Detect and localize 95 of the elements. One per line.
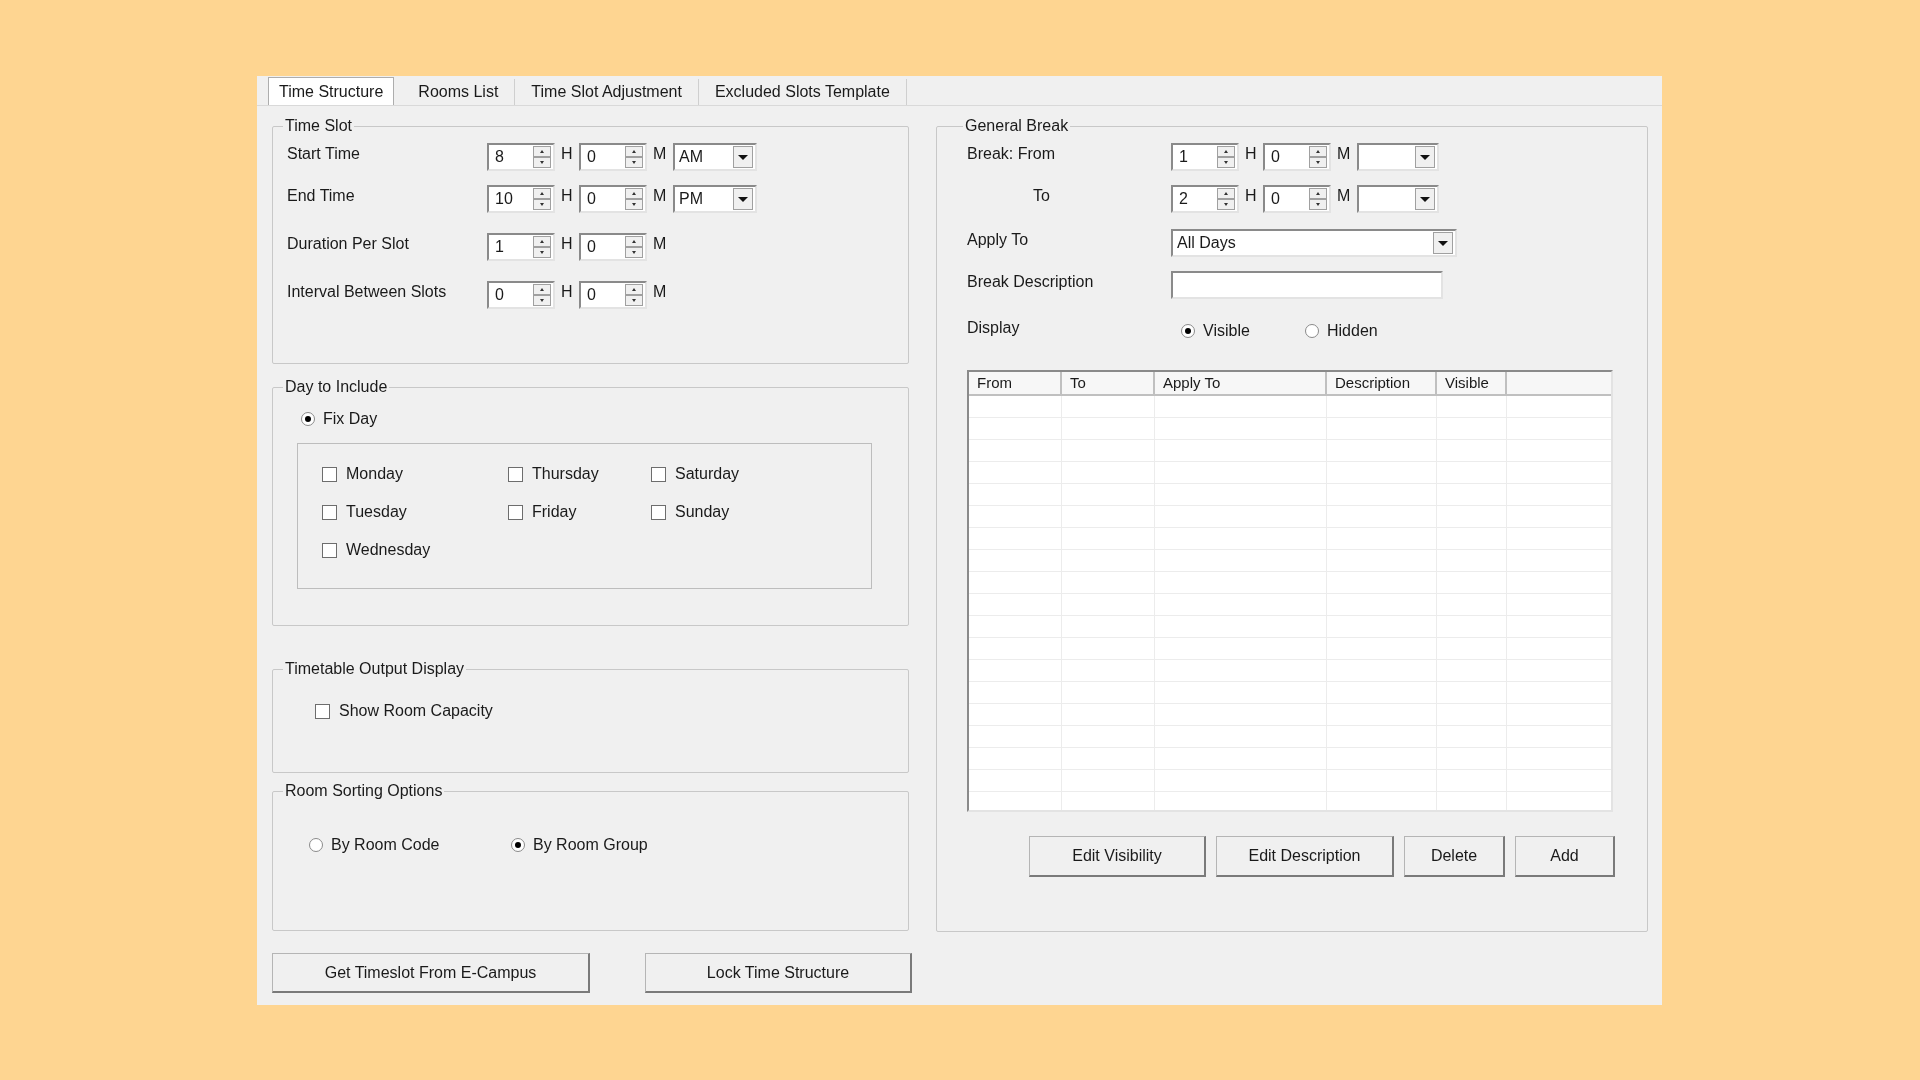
- spinner-arrows-icon[interactable]: [625, 284, 643, 306]
- group-title: Day to Include: [284, 377, 389, 397]
- hour-spinner[interactable]: 2: [1171, 185, 1239, 213]
- spinner-arrows-icon[interactable]: [625, 188, 643, 210]
- checkbox[interactable]: [651, 504, 666, 520]
- spinner-arrows-icon[interactable]: [1217, 188, 1235, 210]
- tab[interactable]: Excluded Slots Template: [698, 79, 907, 105]
- group-title: Timetable Output Display: [284, 659, 466, 679]
- field-label: Break: From: [967, 144, 1056, 164]
- field-label: End Time: [287, 186, 356, 206]
- field-label: To: [1033, 186, 1051, 206]
- checkbox-label: Monday: [346, 464, 403, 484]
- column-header[interactable]: To: [1062, 372, 1155, 394]
- unit-label: H: [561, 144, 574, 164]
- spinner-arrows-icon[interactable]: [1309, 146, 1327, 168]
- period-dropdown[interactable]: AM: [673, 143, 757, 171]
- checkbox[interactable]: [651, 466, 666, 482]
- field-label: Start Time: [287, 144, 361, 164]
- checkbox[interactable]: [322, 542, 337, 558]
- checkbox-label: Saturday: [675, 464, 740, 484]
- unit-label: M: [653, 186, 668, 206]
- group-title: Room Sorting Options: [284, 781, 444, 801]
- unit-label: H: [561, 186, 574, 206]
- description-field[interactable]: [1171, 271, 1443, 299]
- checkbox-label: Tuesday: [346, 502, 407, 522]
- spinner-arrows-icon[interactable]: [533, 236, 551, 258]
- radio-button[interactable]: [309, 838, 323, 852]
- checkbox-label: Friday: [532, 502, 577, 522]
- unit-label: H: [1245, 186, 1258, 206]
- column-header[interactable]: Description: [1327, 372, 1437, 394]
- radio-label: Hidden: [1327, 321, 1378, 341]
- checkbox-label: Wednesday: [346, 540, 431, 560]
- action-button[interactable]: Delete: [1404, 836, 1505, 877]
- field-label: Duration Per Slot: [287, 234, 410, 254]
- action-button[interactable]: Add: [1515, 836, 1615, 877]
- action-button[interactable]: Lock Time Structure: [645, 953, 912, 993]
- radio-label: Fix Day: [323, 409, 378, 429]
- field-label: Display: [967, 318, 1021, 338]
- unit-label: M: [653, 144, 668, 164]
- checkbox[interactable]: [508, 466, 523, 482]
- spinner-arrows-icon[interactable]: [533, 284, 551, 306]
- spinner-arrows-icon[interactable]: [1309, 188, 1327, 210]
- checkbox-label: Sunday: [675, 502, 730, 522]
- spinner-arrows-icon[interactable]: [1217, 146, 1235, 168]
- minute-spinner[interactable]: 0: [1263, 185, 1331, 213]
- checkbox-label: Show Room Capacity: [339, 701, 493, 721]
- apply-to-dropdown[interactable]: All Days: [1171, 229, 1457, 257]
- spinner-arrows-icon[interactable]: [533, 188, 551, 210]
- minute-spinner[interactable]: 0: [579, 143, 647, 171]
- group-title: Time Slot: [284, 116, 353, 136]
- unit-label: M: [1337, 144, 1352, 164]
- hour-spinner[interactable]: 10: [487, 185, 555, 213]
- radio-button[interactable]: [1181, 324, 1195, 338]
- radio-label: Visible: [1203, 321, 1250, 341]
- column-header[interactable]: Visible: [1437, 372, 1507, 394]
- hour-spinner[interactable]: 1: [1171, 143, 1239, 171]
- radio-button[interactable]: [511, 838, 525, 852]
- column-header[interactable]: Apply To: [1155, 372, 1327, 394]
- unit-label: M: [653, 234, 668, 254]
- unit-label: M: [653, 282, 668, 302]
- group-title: General Break: [964, 116, 1070, 136]
- column-header[interactable]: From: [969, 372, 1062, 394]
- tab[interactable]: Rooms List: [402, 79, 516, 105]
- tab[interactable]: Time Structure: [268, 77, 395, 105]
- action-button[interactable]: Edit Visibility: [1029, 836, 1206, 877]
- action-button[interactable]: Get Timeslot From E-Campus: [272, 953, 590, 993]
- radio-label: By Room Group: [533, 835, 648, 855]
- hour-spinner[interactable]: 8: [487, 143, 555, 171]
- checkbox[interactable]: [322, 466, 337, 482]
- checkbox[interactable]: [508, 504, 523, 520]
- checkbox[interactable]: [322, 504, 337, 520]
- tab[interactable]: Time Slot Adjustment: [515, 79, 699, 105]
- field-label: Apply To: [967, 230, 1030, 250]
- spinner-arrows-icon[interactable]: [625, 236, 643, 258]
- unit-label: H: [561, 234, 574, 254]
- radio-button[interactable]: [301, 412, 315, 426]
- spinner-arrows-icon[interactable]: [533, 146, 551, 168]
- minute-spinner[interactable]: 0: [579, 281, 647, 309]
- unit-label: H: [561, 282, 574, 302]
- minute-spinner[interactable]: 0: [1263, 143, 1331, 171]
- field-label: Interval Between Slots: [287, 282, 448, 302]
- unit-label: H: [1245, 144, 1258, 164]
- hour-spinner[interactable]: 1: [487, 233, 555, 261]
- minute-spinner[interactable]: 0: [579, 233, 647, 261]
- period-dropdown[interactable]: PM: [673, 185, 757, 213]
- checkbox-label: Thursday: [532, 464, 599, 484]
- field-label: Break Description: [967, 272, 1095, 292]
- unit-label: M: [1337, 186, 1352, 206]
- action-button[interactable]: Edit Description: [1216, 836, 1394, 877]
- radio-label: By Room Code: [331, 835, 440, 855]
- checkbox[interactable]: [315, 703, 330, 719]
- hour-spinner[interactable]: 0: [487, 281, 555, 309]
- spinner-arrows-icon[interactable]: [625, 146, 643, 168]
- radio-button[interactable]: [1305, 324, 1319, 338]
- minute-spinner[interactable]: 0: [579, 185, 647, 213]
